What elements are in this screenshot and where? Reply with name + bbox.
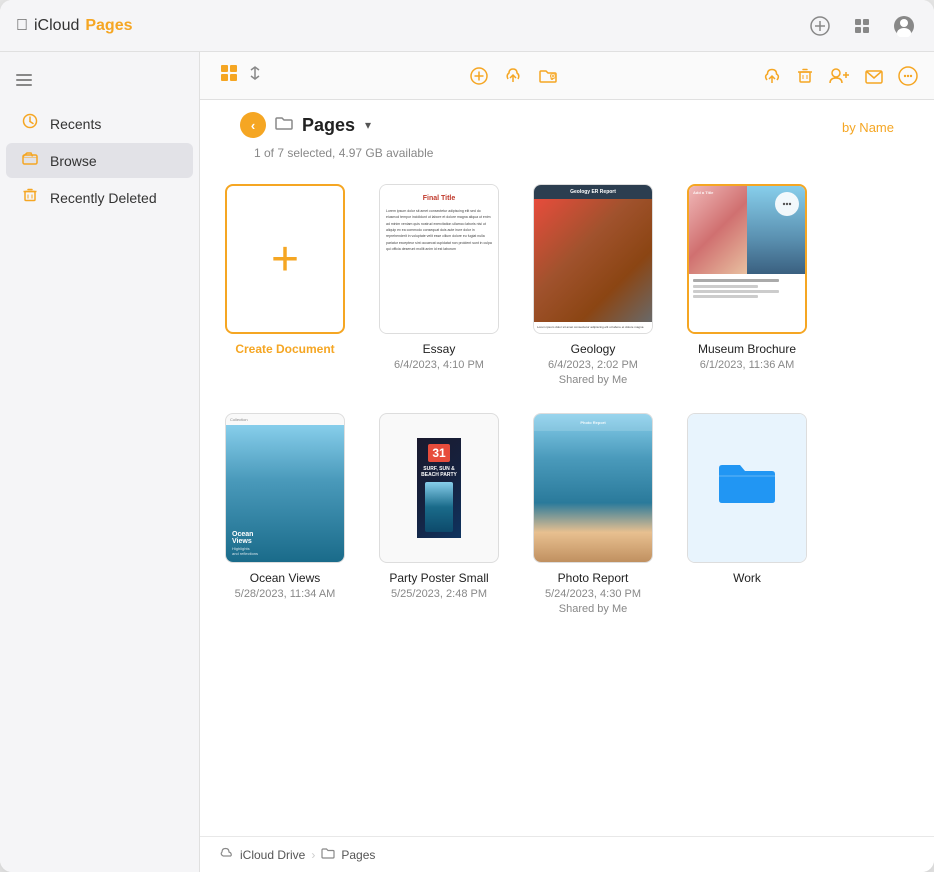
sidebar-item-recents-label: Recents <box>50 116 101 132</box>
back-button[interactable]: ‹ <box>240 112 266 138</box>
sidebar-item-recently-deleted-label: Recently Deleted <box>50 190 157 206</box>
work-folder-thumb <box>687 413 807 563</box>
create-document-item[interactable]: + Create Document <box>220 184 350 389</box>
sidebar-item-browse[interactable]: Browse <box>6 143 193 178</box>
title-bar-left:  iCloud Pages <box>16 17 133 35</box>
photo-report-item[interactable]: Photo Report Photo Report 5/24/2023, 4:3… <box>528 413 658 618</box>
pages-folder-link[interactable]: Pages <box>341 848 375 862</box>
apple-logo-icon:  <box>16 17 28 35</box>
header-row: ‹ Pages ▾ by Name <box>220 112 914 142</box>
geology-thumb: Geology ER Report Lorem ipsum dolor sit … <box>533 184 653 334</box>
sidebar-toggle-button[interactable] <box>0 64 199 96</box>
content-area: ‹ Pages ▾ by Name 1 of 7 selected, 4.97 … <box>200 52 934 872</box>
upload-button[interactable] <box>504 67 522 85</box>
new-folder-button[interactable] <box>538 67 558 85</box>
ocean-views-label: Ocean Views <box>250 571 320 585</box>
photo-report-thumb: Photo Report <box>533 413 653 563</box>
browse-icon <box>20 150 40 171</box>
send-copy-button[interactable] <box>864 67 884 85</box>
content-header: ‹ Pages ▾ by Name 1 of 7 selected, 4.97 … <box>200 100 934 168</box>
photo-report-label: Photo Report <box>558 571 629 585</box>
back-icon: ‹ <box>251 118 255 133</box>
create-document-thumb: + <box>225 184 345 334</box>
title-bar:  iCloud Pages <box>0 0 934 52</box>
selection-status: 1 of 7 selected, 4.97 GB available <box>254 146 914 160</box>
grid-view-button[interactable] <box>848 12 876 40</box>
toolbar-right-selected <box>762 66 918 86</box>
delete-button[interactable] <box>796 67 814 85</box>
party-date-display: 31 <box>428 444 449 462</box>
party-poster-thumb: 31 SURF, SUN &BEACH PARTY <box>379 413 499 563</box>
bottom-breadcrumb: iCloud Drive › Pages <box>200 836 934 872</box>
more-actions-button[interactable] <box>898 66 918 86</box>
work-folder-label: Work <box>733 571 761 585</box>
museum-brochure-more-button[interactable] <box>775 192 799 216</box>
pages-folder-icon <box>321 847 335 862</box>
add-button[interactable] <box>806 12 834 40</box>
profile-button[interactable] <box>890 12 918 40</box>
toolbar-center <box>470 67 558 85</box>
party-poster-item[interactable]: 31 SURF, SUN &BEACH PARTY Party Poster S… <box>374 413 504 618</box>
app-window:  iCloud Pages <box>0 0 934 872</box>
recents-icon <box>20 113 40 134</box>
work-folder-item[interactable]: Work <box>682 413 812 618</box>
folder-chevron-icon[interactable]: ▾ <box>365 118 371 132</box>
ocean-views-thumb: Collection OceanViews Highlightsand refl… <box>225 413 345 563</box>
party-poster-label: Party Poster Small <box>389 571 488 585</box>
sort-order-button[interactable] <box>244 64 266 87</box>
essay-date: 6/4/2023, 4:10 PM <box>394 358 484 373</box>
museum-brochure-date: 6/1/2023, 11:36 AM <box>700 358 795 373</box>
geology-label: Geology <box>571 342 616 356</box>
icloud-drive-icon <box>220 847 234 862</box>
museum-brochure-thumb: Add a Title <box>687 184 807 334</box>
grid-view-button[interactable] <box>216 62 242 89</box>
party-poster-date: 5/25/2023, 2:48 PM <box>391 587 487 602</box>
new-document-button[interactable] <box>470 67 488 85</box>
sidebar: Recents Browse <box>0 52 200 872</box>
icloud-drive-link[interactable]: iCloud Drive <box>240 848 305 862</box>
ocean-views-item[interactable]: Collection OceanViews Highlightsand refl… <box>220 413 350 618</box>
toolbar-left <box>216 62 266 89</box>
files-grid: + Create Document Final Title Lorem ipsu… <box>200 168 934 836</box>
main-layout: Recents Browse <box>0 52 934 872</box>
breadcrumb-row: ‹ Pages ▾ <box>240 112 371 138</box>
ocean-views-date: 5/28/2023, 11:34 AM <box>235 587 336 602</box>
work-folder-icon <box>715 454 779 521</box>
photo-report-date: 5/24/2023, 4:30 PMShared by Me <box>545 587 641 618</box>
essay-label: Essay <box>423 342 456 356</box>
geology-item[interactable]: Geology ER Report Lorem ipsum dolor sit … <box>528 184 658 389</box>
content-toolbar <box>200 52 934 100</box>
museum-brochure-item[interactable]: Add a Title <box>682 184 812 389</box>
trash-icon <box>20 187 40 208</box>
icloud-label: iCloud <box>34 17 79 35</box>
sidebar-item-recents[interactable]: Recents <box>6 106 193 141</box>
add-people-button[interactable] <box>828 67 850 85</box>
pages-label: Pages <box>85 17 132 35</box>
sidebar-item-recently-deleted[interactable]: Recently Deleted <box>6 180 193 215</box>
breadcrumb-separator: › <box>311 848 315 862</box>
museum-brochure-label: Museum Brochure <box>698 342 796 356</box>
sort-by-name-button[interactable]: by Name <box>842 120 894 135</box>
sidebar-item-browse-label: Browse <box>50 153 97 169</box>
folder-name-label: Pages <box>302 115 355 136</box>
upload-cloud-button[interactable] <box>762 67 782 85</box>
view-toggle <box>216 62 266 89</box>
geology-date: 6/4/2023, 2:02 PMShared by Me <box>548 358 638 389</box>
essay-item[interactable]: Final Title Lorem ipsum dolor sit amet c… <box>374 184 504 389</box>
create-plus-icon: + <box>271 232 299 287</box>
essay-thumb: Final Title Lorem ipsum dolor sit amet c… <box>379 184 499 334</box>
title-bar-right <box>806 12 918 40</box>
create-document-label: Create Document <box>235 342 334 356</box>
folder-title-icon <box>274 114 294 137</box>
